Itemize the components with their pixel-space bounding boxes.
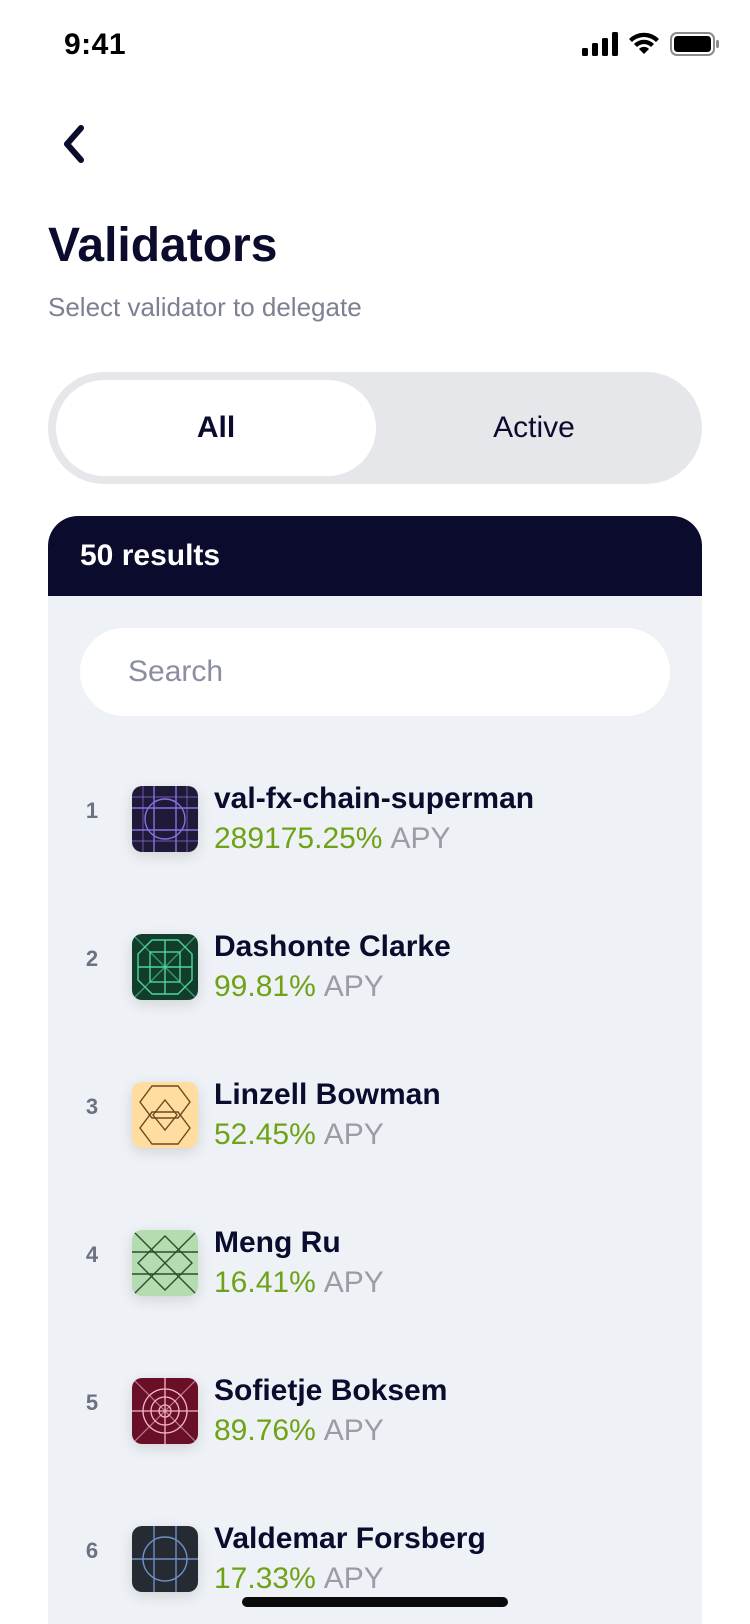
validator-name: Meng Ru xyxy=(214,1226,341,1259)
validator-apy-value: 17.33% xyxy=(214,1562,316,1595)
validator-apy: 17.33% APY xyxy=(214,1562,384,1596)
battery-icon xyxy=(670,32,719,56)
results-card: 50 results 1 val-fx-chain-superman xyxy=(48,516,702,1624)
page-title: Validators xyxy=(48,219,278,272)
validator-apy-label: APY xyxy=(390,822,451,855)
validator-apy-label: APY xyxy=(323,970,384,1003)
validator-apy-label: APY xyxy=(323,1562,384,1595)
validator-row[interactable]: 3 Linzell Bowman 52.45% APY xyxy=(48,1042,702,1190)
status-bar: 9:41 xyxy=(0,0,750,92)
validator-avatar-icon xyxy=(132,1230,198,1296)
validator-rank: 1 xyxy=(85,798,99,823)
filter-active-tab[interactable]: Active xyxy=(374,380,694,476)
validator-rank: 6 xyxy=(85,1538,99,1563)
validator-name: val-fx-chain-superman xyxy=(214,782,535,815)
results-count: 50 results xyxy=(80,539,221,572)
results-header: 50 results xyxy=(48,516,702,596)
validator-rank: 2 xyxy=(85,946,99,971)
validator-rank: 4 xyxy=(85,1242,99,1267)
validator-name: Linzell Bowman xyxy=(214,1078,441,1111)
validator-apy-label: APY xyxy=(323,1118,384,1151)
search-input[interactable] xyxy=(80,628,670,716)
page-subtitle: Select validator to delegate xyxy=(48,292,362,322)
validator-rank: 5 xyxy=(85,1390,99,1415)
validator-apy: 289175.25% APY xyxy=(214,822,451,856)
chevron-left-icon xyxy=(64,125,84,163)
validator-apy-value: 289175.25% xyxy=(214,822,383,855)
status-time: 9:41 xyxy=(64,28,127,61)
validator-list: 1 val-fx-chain-superman 289175.25% APY 2… xyxy=(48,746,702,1624)
validator-apy-value: 89.76% xyxy=(214,1414,316,1447)
wifi-icon xyxy=(629,32,659,54)
validator-apy-label: APY xyxy=(323,1266,384,1299)
cellular-signal-icon xyxy=(582,32,618,56)
validator-row[interactable]: 2 Dashonte Clarke 99.81% APY xyxy=(48,894,702,1042)
back-button[interactable] xyxy=(48,116,100,172)
validator-rank: 3 xyxy=(85,1094,99,1119)
filter-all-tab[interactable]: All xyxy=(56,380,376,476)
home-indicator xyxy=(242,1597,508,1607)
validator-filter-segmented-control: All Active xyxy=(48,372,702,484)
validator-apy: 52.45% APY xyxy=(214,1118,384,1152)
validator-avatar-icon xyxy=(132,1378,198,1444)
validator-apy: 99.81% APY xyxy=(214,970,384,1004)
validator-apy-value: 99.81% xyxy=(214,970,316,1003)
validator-avatar-icon xyxy=(132,934,198,1000)
validator-row[interactable]: 5 Sofietje Boksem 89.76% APY xyxy=(48,1338,702,1486)
validator-name: Valdemar Forsberg xyxy=(214,1522,486,1555)
validator-row[interactable]: 1 val-fx-chain-superman 289175.25% APY xyxy=(48,746,702,894)
validator-apy: 16.41% APY xyxy=(214,1266,384,1300)
validator-avatar-icon xyxy=(132,1526,198,1592)
validator-row[interactable]: 4 Meng Ru 16.41% APY xyxy=(48,1190,702,1338)
validator-avatar-icon xyxy=(132,786,198,852)
validator-apy-label: APY xyxy=(323,1414,384,1447)
validator-name: Dashonte Clarke xyxy=(214,930,451,963)
validator-apy-value: 16.41% xyxy=(214,1266,316,1299)
validator-avatar-icon xyxy=(132,1082,198,1148)
validator-apy-value: 52.45% xyxy=(214,1118,316,1151)
validator-name: Sofietje Boksem xyxy=(214,1374,448,1407)
status-icons xyxy=(582,32,720,56)
validator-apy: 89.76% APY xyxy=(214,1414,384,1448)
